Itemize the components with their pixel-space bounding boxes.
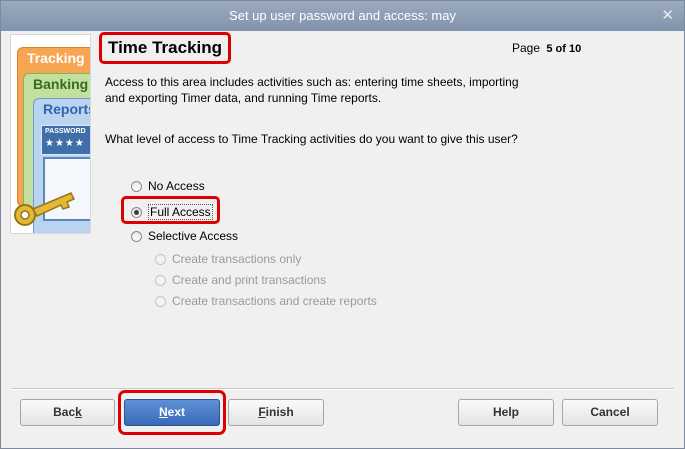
radio-full-access[interactable]: Full Access	[131, 204, 213, 220]
radio-no-access-label: No Access	[148, 179, 205, 193]
next-button-mnemonic: N	[158, 405, 168, 419]
radio-create-transactions-only-circle[interactable]	[155, 253, 166, 265]
radio-create-print-transactions-label: Create and print transactions	[172, 273, 327, 287]
finish-button-label: inish	[265, 405, 294, 419]
dialog-window: Set up user password and access: may ✕ T…	[0, 0, 685, 449]
title-bar: Set up user password and access: may ✕	[1, 1, 684, 31]
radio-create-transactions-reports-label: Create transactions and create reports	[172, 294, 377, 308]
back-button-label: Bac	[53, 405, 76, 419]
window-title: Set up user password and access: may	[229, 8, 456, 23]
radio-create-print-transactions[interactable]: Create and print transactions	[155, 273, 326, 287]
password-field-graphic: PASSWORD ★★★★	[41, 125, 90, 155]
radio-no-access-circle[interactable]	[131, 180, 142, 192]
password-label: PASSWORD	[45, 128, 86, 135]
password-stars: ★★★★	[45, 138, 85, 149]
banking-card-label: Banking	[33, 76, 89, 92]
next-button[interactable]: Next	[124, 399, 220, 426]
key-icon	[14, 192, 76, 226]
radio-selective-access-circle[interactable]	[131, 230, 142, 242]
section-description: Access to this area includes activities …	[105, 75, 519, 105]
access-question: What level of access to Time Tracking ac…	[105, 132, 518, 146]
section-illustration: Tracking Banking Reports PASSWORD ★★★★	[10, 34, 91, 234]
radio-create-transactions-only-label: Create transactions only	[172, 252, 302, 266]
radio-full-access-label: Full Access	[148, 204, 213, 220]
radio-create-print-transactions-circle[interactable]	[155, 274, 166, 286]
radio-no-access[interactable]: No Access	[131, 179, 205, 193]
finish-button-mnemonic: F	[258, 405, 266, 419]
page-label: Page	[512, 41, 541, 55]
page-title: Time Tracking	[99, 32, 232, 64]
radio-create-transactions-reports[interactable]: Create transactions and create reports	[155, 294, 377, 308]
reports-card-label: Reports	[43, 101, 91, 117]
back-button[interactable]: Back	[20, 399, 115, 426]
radio-create-transactions-only[interactable]: Create transactions only	[155, 252, 301, 266]
finish-button[interactable]: Finish	[228, 399, 324, 426]
page-indicator: Page 5 of 10	[512, 41, 581, 55]
back-button-mnemonic: k	[75, 405, 82, 419]
next-button-label: ext	[167, 405, 185, 419]
radio-selective-access[interactable]: Selective Access	[131, 229, 238, 243]
radio-full-access-circle[interactable]	[131, 206, 142, 218]
button-separator	[12, 388, 674, 390]
radio-create-transactions-reports-circle[interactable]	[155, 295, 166, 307]
help-button[interactable]: Help	[458, 399, 554, 426]
cancel-button[interactable]: Cancel	[562, 399, 658, 426]
radio-selective-access-label: Selective Access	[148, 229, 239, 243]
page-value: 5 of 10	[546, 43, 582, 55]
tracking-card-label: Tracking	[27, 50, 85, 66]
close-icon[interactable]: ✕	[661, 1, 674, 31]
